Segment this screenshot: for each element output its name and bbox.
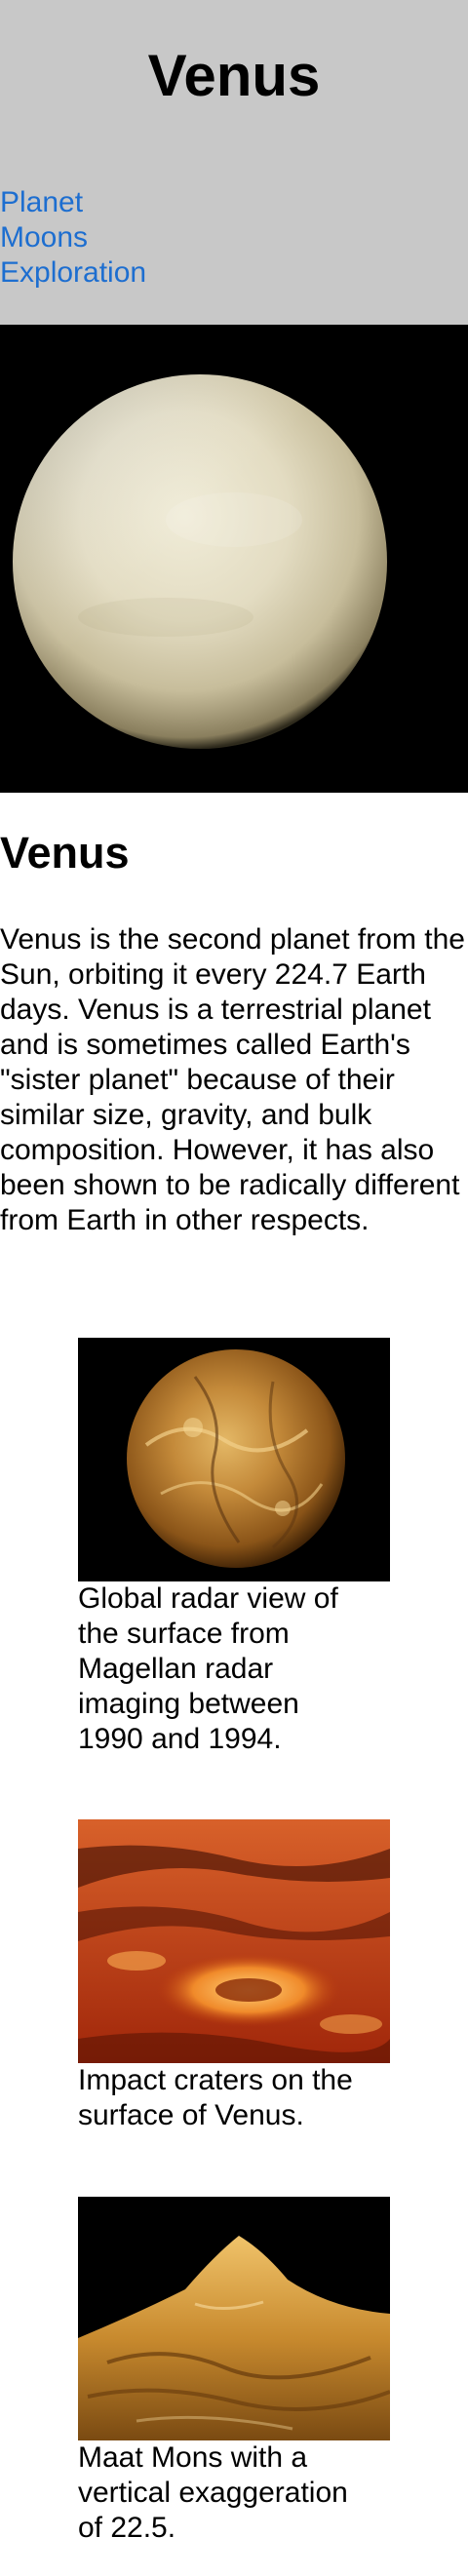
figure-caption: Maat Mons with a vertical exaggeration o… bbox=[78, 2441, 348, 2544]
page-header: Venus Planet Moons Exploration bbox=[0, 0, 468, 325]
figure-caption: Impact craters on the surface of Venus. bbox=[78, 2064, 353, 2131]
figure-maat-mons: Maat Mons with a vertical exaggeration o… bbox=[78, 2197, 390, 2546]
figure-magellan-radar: Global radar view of the surface from Ma… bbox=[78, 1338, 390, 1757]
nav-item-exploration: Exploration bbox=[0, 255, 146, 291]
nav-item-planet: Planet bbox=[0, 185, 146, 220]
venus-planet-graphic bbox=[0, 325, 468, 793]
main-nav: Planet Moons Exploration bbox=[0, 185, 146, 291]
site-title: Venus bbox=[147, 43, 321, 108]
nav-link-moons[interactable]: Moons bbox=[0, 221, 88, 254]
figure-caption: Global radar view of the surface from Ma… bbox=[78, 1582, 338, 1755]
figure-impact-craters: Impact craters on the surface of Venus. bbox=[78, 1819, 390, 2133]
nav-link-planet[interactable]: Planet bbox=[0, 186, 83, 218]
radar-globe-image bbox=[78, 1338, 390, 1581]
maat-mons-image bbox=[78, 2197, 390, 2440]
article-title: Venus bbox=[0, 828, 130, 878]
intro-paragraph: Venus is the second planet from the Sun,… bbox=[0, 923, 465, 1236]
impact-craters-image bbox=[78, 1819, 390, 2063]
venus-hero-image bbox=[0, 325, 468, 793]
nav-link-exploration[interactable]: Exploration bbox=[0, 256, 146, 289]
nav-item-moons: Moons bbox=[0, 220, 146, 255]
